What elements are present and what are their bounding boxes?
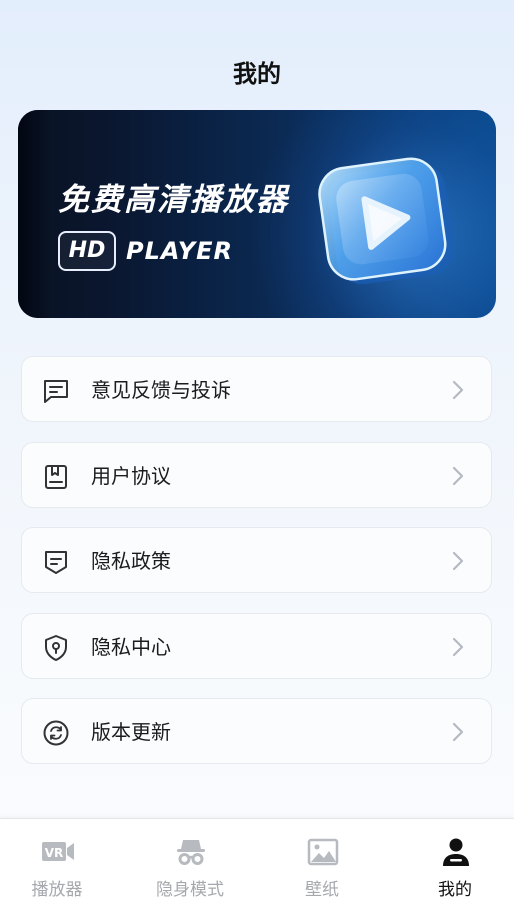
tab-label: 我的	[438, 880, 472, 900]
shield-lock-icon	[45, 634, 67, 661]
chevron-right-icon	[452, 551, 464, 571]
menu-item-label: 版本更新	[91, 720, 171, 744]
tab-label: 壁纸	[305, 880, 339, 900]
chevron-right-icon	[452, 637, 464, 656]
settings-menu: 意见反馈与投诉 用户协议 隐私政策 隐私中心 版本更新	[21, 356, 492, 784]
menu-item-label: 隐私政策	[91, 549, 171, 573]
tab-wallpaper[interactable]: 壁纸	[258, 819, 386, 904]
doc-shield-icon	[45, 551, 67, 574]
image-icon	[307, 838, 339, 866]
vr-camera-icon: VR	[42, 842, 74, 861]
tab-incognito[interactable]: 隐身模式	[126, 819, 254, 904]
tab-label: 播放器	[31, 880, 83, 900]
bookmark-doc-icon	[45, 464, 67, 489]
page-title: 我的	[233, 60, 281, 88]
promo-banner[interactable]: 免费高清播放器 HD PLAYER	[18, 110, 496, 318]
menu-item-privacy-center[interactable]: 隐私中心	[21, 612, 492, 679]
play-icon	[318, 157, 454, 285]
user-icon	[443, 838, 469, 866]
chevron-right-icon	[452, 380, 464, 400]
bottom-tab-bar: VR 播放器 隐身模式 壁纸 我的	[0, 818, 514, 904]
menu-item-privacy-policy[interactable]: 隐私政策	[21, 527, 492, 593]
tab-player[interactable]: VR 播放器	[0, 819, 121, 904]
chevron-right-icon	[452, 722, 464, 742]
tab-mine[interactable]: 我的	[391, 819, 514, 904]
menu-item-label: 隐私中心	[91, 634, 171, 659]
chevron-right-icon	[452, 466, 464, 485]
incognito-icon	[177, 840, 205, 865]
banner-subtitle: PLAYER	[126, 237, 233, 265]
svg-text:VR: VR	[45, 846, 64, 860]
menu-item-feedback[interactable]: 意见反馈与投诉	[21, 356, 492, 422]
hd-badge: HD	[58, 231, 116, 271]
menu-item-label: 意见反馈与投诉	[91, 378, 231, 402]
tab-label: 隐身模式	[156, 880, 224, 900]
menu-item-user-agreement[interactable]: 用户协议	[21, 441, 492, 508]
menu-item-label: 用户协议	[91, 463, 171, 488]
message-icon	[44, 380, 68, 403]
menu-item-version-update[interactable]: 版本更新	[21, 698, 492, 764]
refresh-icon	[43, 720, 69, 746]
banner-stripe	[18, 110, 54, 318]
banner-headline: 免费高清播放器	[58, 182, 289, 218]
